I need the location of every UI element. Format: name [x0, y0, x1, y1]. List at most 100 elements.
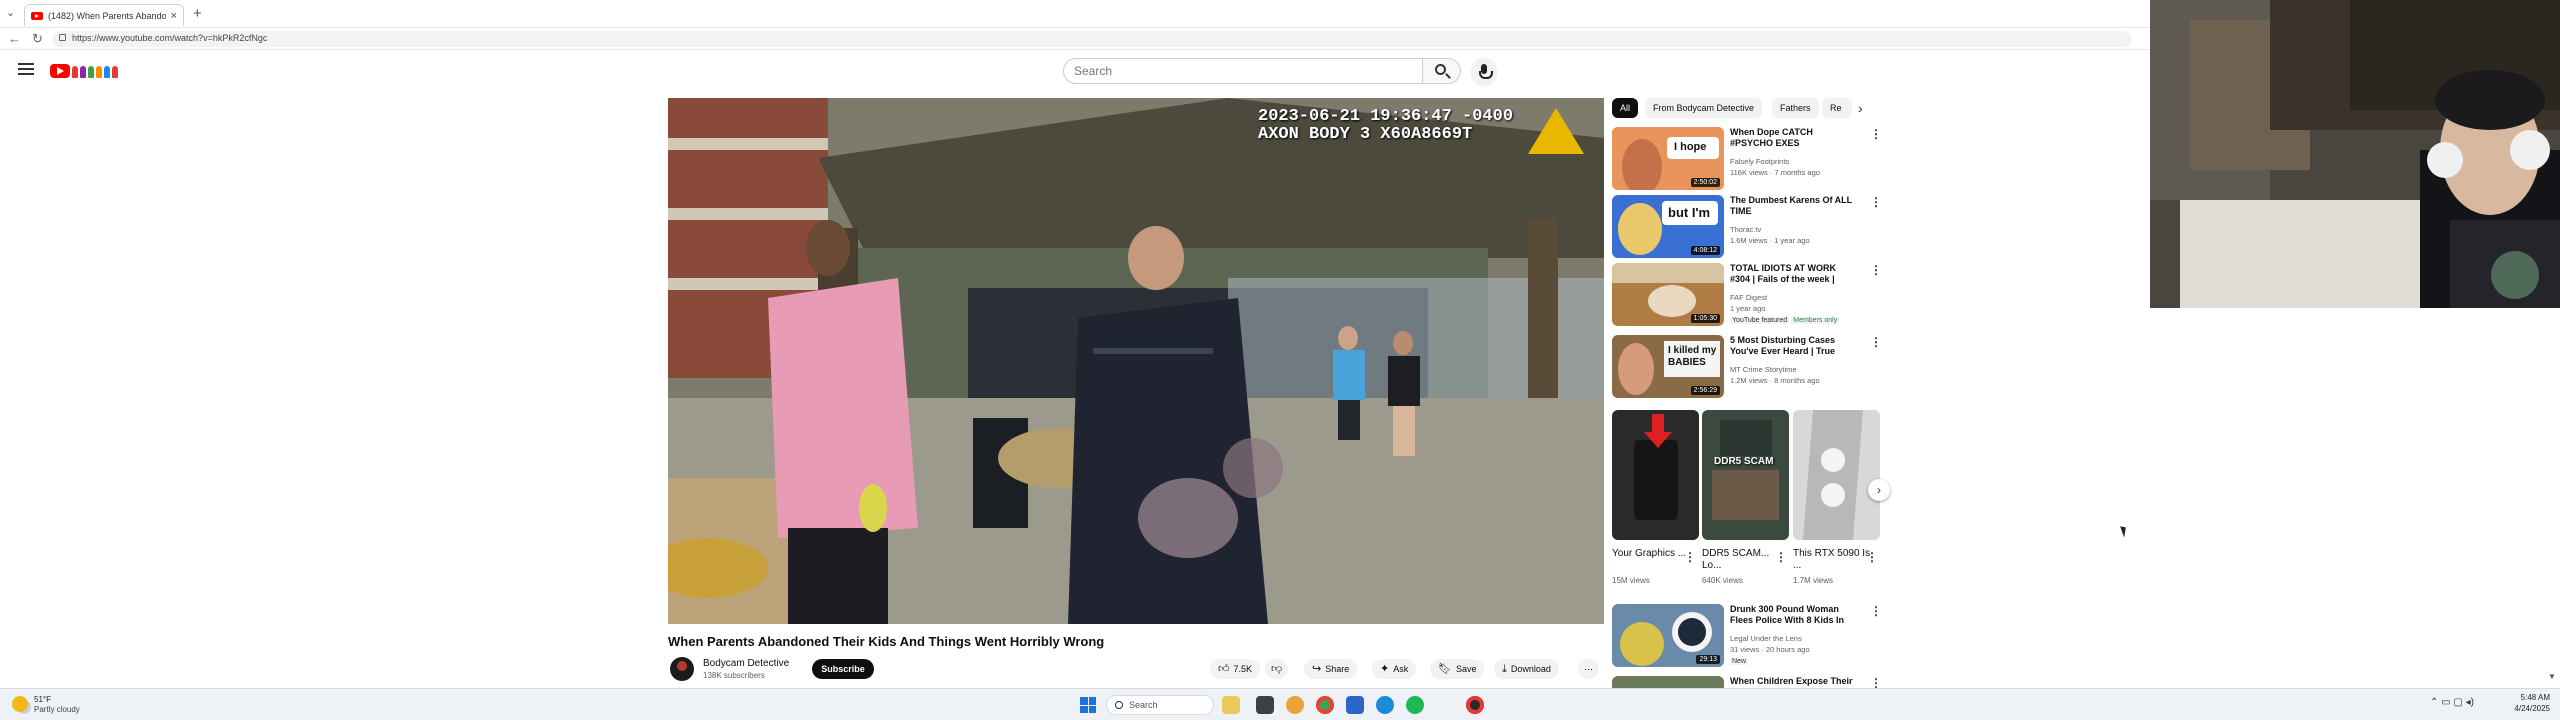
spotify-icon[interactable]: [1406, 696, 1424, 714]
recommendation-meta: 1.6M views · 1 year ago: [1730, 236, 1810, 245]
taskbar-search-label: Search: [1129, 700, 1158, 710]
tab-title: (1482) When Parents Abando: [48, 10, 166, 21]
browser-tab-bar: ⌄ (1482) When Parents Abando × +: [0, 0, 2150, 28]
recommendation-item[interactable]: 1:05:30 TOTAL IDIOTS AT WORK #304 | Fail…: [1612, 263, 1892, 327]
more-actions-icon: ⋯: [1584, 664, 1593, 674]
chip-related[interactable]: Re: [1822, 98, 1852, 118]
search-icon: [1115, 701, 1123, 709]
more-options-icon[interactable]: ⋮: [1870, 676, 1882, 688]
more-options-icon[interactable]: ⋮: [1870, 127, 1882, 141]
recommendation-title: Drunk 300 Pound Woman Flees Police With …: [1730, 604, 1844, 625]
short-thumbnail[interactable]: [1612, 410, 1699, 540]
more-options-icon[interactable]: ⋮: [1870, 263, 1882, 277]
share-label: Share: [1325, 664, 1350, 674]
video-thumbnail[interactable]: 29:13: [1612, 604, 1724, 667]
recommendation-channel: Thorac.tv: [1730, 225, 1762, 234]
recommendation-item[interactable]: 29:13 Drunk 300 Pound Woman Flees Police…: [1612, 604, 1892, 668]
more-options-icon[interactable]: ⋮: [1870, 195, 1882, 209]
windows-start-icon[interactable]: [1080, 697, 1096, 713]
system-tray-icons[interactable]: ⌃ ▭ ▢ ◂): [2430, 697, 2474, 708]
video-thumbnail[interactable]: I killed my BABIES 2:56:29: [1612, 335, 1724, 398]
more-options-icon[interactable]: ⋮: [1866, 550, 1878, 564]
save-label: Save: [1455, 664, 1477, 674]
duration-badge: 2:50:02: [1690, 178, 1720, 187]
youtube-logo[interactable]: [50, 64, 70, 78]
mouse-cursor: [2120, 524, 2129, 538]
recommendation-channel: FAF Digest: [1730, 293, 1768, 302]
recommendation-item[interactable]: but I'm 4:08:12 The Dumbest Karens Of AL…: [1612, 195, 1892, 259]
chips-next-arrow-icon[interactable]: ›: [1858, 100, 1863, 116]
video-thumbnail[interactable]: 1:05:30: [1612, 263, 1724, 326]
like-button[interactable]: 👍︎ 7.5K: [1210, 659, 1261, 679]
more-options-icon[interactable]: ⋮: [1870, 604, 1882, 618]
taskbar-app-icon[interactable]: [1222, 696, 1240, 714]
chip-fathers[interactable]: Fathers: [1772, 98, 1819, 118]
obs-icon[interactable]: [1466, 696, 1484, 714]
site-info-icon[interactable]: [59, 34, 66, 41]
short-image: [1793, 410, 1880, 540]
short-title[interactable]: DDR5 SCAM... Lo...: [1702, 548, 1780, 572]
scroll-down-arrow-icon[interactable]: ▼: [2548, 672, 2556, 681]
recommendation-item[interactable]: I hope 2:50:02 When Dope CATCH #PSYCHO E…: [1612, 127, 1892, 191]
chip-all[interactable]: All: [1612, 98, 1639, 118]
recommendation-channel: Falsely Footprints: [1730, 157, 1790, 166]
url-field[interactable]: https://www.youtube.com/watch?v=hkPkR2cf…: [52, 31, 2132, 47]
more-actions-button[interactable]: ⋯: [1578, 659, 1599, 679]
youtube-doodle-logo[interactable]: [72, 64, 118, 78]
menu-hamburger-icon[interactable]: [18, 63, 34, 75]
recommendation-title: When Dope CATCH #PSYCHO EXES: [1730, 127, 1813, 148]
more-options-icon[interactable]: ⋮: [1775, 550, 1787, 564]
video-thumbnail[interactable]: I hope 2:50:02: [1612, 127, 1724, 190]
taskbar-search[interactable]: Search: [1106, 695, 1214, 715]
thumbnail-text: I hope: [1674, 141, 1707, 153]
thumbnail-image: [1612, 676, 1724, 688]
tab-close-icon[interactable]: ×: [171, 10, 177, 22]
subscribe-button[interactable]: Subscribe: [812, 659, 874, 679]
recommendation-meta: 1 year ago: [1730, 304, 1766, 313]
more-options-icon[interactable]: ⋮: [1684, 550, 1696, 564]
short-image: [1702, 410, 1789, 540]
task-view-icon[interactable]: [1256, 696, 1274, 714]
duration-badge: 2:56:29: [1690, 386, 1720, 395]
windows-taskbar: 51°F Partly cloudy Search ⌃ ▭ ▢ ◂) 5:48 …: [0, 688, 2560, 720]
url-text: https://www.youtube.com/watch?v=hkPkR2cf…: [72, 33, 268, 43]
dislike-button[interactable]: 👎︎: [1265, 659, 1289, 679]
file-explorer-icon[interactable]: [1286, 696, 1304, 714]
recommendation-item[interactable]: When Children Expose Their ⋮: [1612, 676, 1892, 688]
new-tab-button[interactable]: +: [193, 5, 202, 22]
share-button[interactable]: ↪ Share: [1304, 659, 1358, 679]
recommendation-title: 5 Most Disturbing Cases You've Ever Hear…: [1730, 335, 1836, 356]
channel-avatar[interactable]: [670, 657, 694, 681]
recommendation-item[interactable]: I killed my BABIES 2:56:29 5 Most Distur…: [1612, 335, 1892, 399]
edge-icon[interactable]: [1376, 696, 1394, 714]
tab-list-chevron-icon[interactable]: ⌄: [6, 6, 15, 19]
search-input[interactable]: Search: [1063, 58, 1423, 84]
share-icon: ↪: [1312, 663, 1322, 675]
new-badge-row: New: [1730, 656, 1860, 665]
short-thumbnail[interactable]: DDR5 SCAM: [1702, 410, 1789, 540]
search-button[interactable]: [1423, 58, 1461, 84]
browser-tab-youtube[interactable]: (1482) When Parents Abando ×: [24, 4, 184, 26]
store-icon[interactable]: [1346, 696, 1364, 714]
chip-from-channel[interactable]: From Bodycam Detective: [1645, 98, 1763, 118]
weather-widget[interactable]: 51°F Partly cloudy: [12, 694, 92, 716]
voice-search-microphone-icon[interactable]: [1470, 58, 1498, 86]
chrome-icon[interactable]: [1316, 696, 1334, 714]
short-thumbnail[interactable]: [1793, 410, 1880, 540]
download-button[interactable]: ⤓ Download: [1494, 659, 1559, 679]
reload-icon[interactable]: ↻: [32, 31, 43, 47]
short-title[interactable]: Your Graphics ...: [1612, 548, 1690, 560]
shorts-next-arrow-icon[interactable]: ›: [1868, 479, 1890, 501]
channel-name[interactable]: Bodycam Detective: [703, 658, 789, 669]
clock-time[interactable]: 5:48 AM: [2506, 693, 2550, 702]
ask-button[interactable]: ✦ Ask: [1372, 659, 1417, 679]
short-title[interactable]: This RTX 5090 Is ...: [1793, 548, 1871, 572]
more-options-icon[interactable]: ⋮: [1870, 335, 1882, 349]
back-arrow-icon[interactable]: ←: [8, 31, 21, 46]
video-thumbnail[interactable]: [1612, 676, 1724, 688]
clock-date[interactable]: 4/24/2025: [2506, 704, 2550, 713]
save-button[interactable]: 🔖︎ Save: [1430, 659, 1485, 679]
video-player[interactable]: 2023-06-21 19:36:47 -0400 AXON BODY 3 X6…: [668, 98, 1604, 624]
thumbs-down-icon: 👎︎: [1271, 663, 1283, 675]
video-thumbnail[interactable]: but I'm 4:08:12: [1612, 195, 1724, 258]
